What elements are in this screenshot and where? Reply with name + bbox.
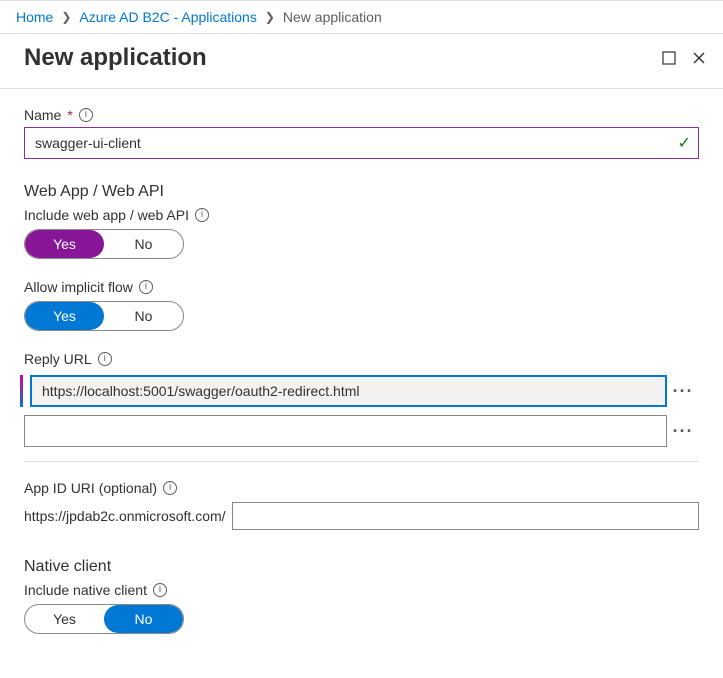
appid-uri-prefix: https://jpdab2c.onmicrosoft.com/	[24, 508, 226, 524]
breadcrumb-apps[interactable]: Azure AD B2C - Applications	[79, 9, 256, 25]
chevron-right-icon: ❯	[265, 10, 275, 24]
include-webapp-no[interactable]: No	[104, 230, 183, 258]
breadcrumb-home[interactable]: Home	[16, 9, 53, 25]
more-options-button[interactable]: ···	[667, 375, 699, 407]
implicit-flow-label: Allow implicit flow i	[24, 279, 699, 295]
include-webapp-toggle[interactable]: Yes No	[24, 229, 184, 259]
name-label: Name* i	[24, 107, 699, 123]
close-button[interactable]	[691, 50, 707, 66]
info-icon[interactable]: i	[139, 280, 153, 294]
breadcrumb: Home ❯ Azure AD B2C - Applications ❯ New…	[0, 0, 723, 34]
implicit-flow-no[interactable]: No	[104, 302, 183, 330]
reply-url-row: ···	[24, 415, 699, 447]
include-native-toggle[interactable]: Yes No	[24, 604, 184, 634]
include-webapp-label: Include web app / web API i	[24, 207, 699, 223]
info-icon[interactable]: i	[195, 208, 209, 222]
reply-url-input[interactable]	[24, 415, 667, 447]
include-webapp-yes[interactable]: Yes	[25, 230, 104, 258]
pin-button[interactable]	[661, 50, 677, 66]
reply-url-label: Reply URL i	[24, 351, 699, 367]
appid-uri-label: App ID URI (optional) i	[24, 480, 699, 496]
info-icon[interactable]: i	[153, 583, 167, 597]
chevron-right-icon: ❯	[61, 10, 71, 24]
reply-url-row: ···	[24, 375, 699, 407]
info-icon[interactable]: i	[98, 352, 112, 366]
include-native-yes[interactable]: Yes	[25, 605, 104, 633]
implicit-flow-yes[interactable]: Yes	[25, 302, 104, 330]
appid-uri-input[interactable]	[232, 502, 699, 530]
name-input[interactable]	[24, 127, 699, 159]
include-native-no[interactable]: No	[104, 605, 183, 633]
breadcrumb-current: New application	[283, 9, 382, 25]
info-icon[interactable]: i	[79, 108, 93, 122]
blade-header: New application	[0, 34, 723, 89]
webapp-section-title: Web App / Web API	[24, 183, 699, 201]
implicit-flow-toggle[interactable]: Yes No	[24, 301, 184, 331]
info-icon[interactable]: i	[163, 481, 177, 495]
reply-url-input[interactable]	[30, 375, 667, 407]
include-native-label: Include native client i	[24, 582, 699, 598]
required-asterisk: *	[67, 107, 72, 123]
page-title: New application	[24, 44, 661, 72]
more-options-button[interactable]: ···	[667, 415, 699, 447]
divider	[24, 461, 699, 462]
checkmark-icon: ✓	[678, 133, 691, 153]
native-section-title: Native client	[24, 558, 699, 576]
